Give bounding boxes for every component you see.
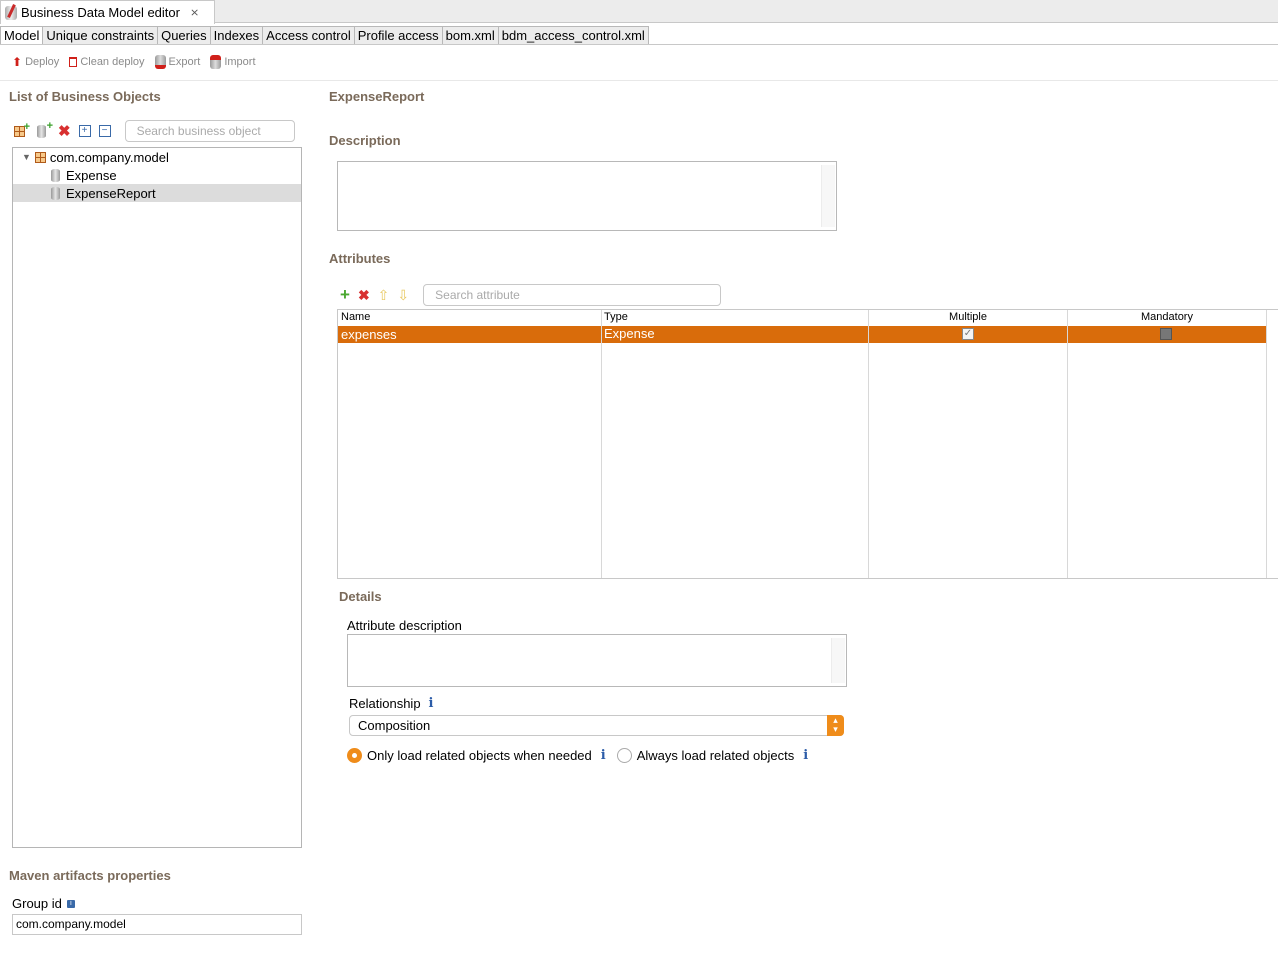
- business-objects-title: List of Business Objects: [9, 89, 161, 104]
- attributes-toolbar: + ✖ ⇧ ⇩ Search attribute: [340, 284, 722, 306]
- column-header-mandatory[interactable]: Mandatory: [1068, 310, 1266, 326]
- import-button[interactable]: Import: [210, 55, 256, 69]
- bdm-editor-icon: [5, 3, 17, 20]
- maven-title: Maven artifacts properties: [9, 868, 171, 883]
- attributes-title: Attributes: [329, 251, 391, 266]
- delete-icon[interactable]: ✖: [58, 122, 71, 140]
- collapse-all-icon[interactable]: −: [98, 125, 111, 137]
- trash-icon: [69, 57, 78, 67]
- tab-indexes[interactable]: Indexes: [209, 26, 263, 45]
- deploy-button[interactable]: ⬆ Deploy: [12, 55, 59, 69]
- export-button[interactable]: Export: [154, 55, 201, 69]
- details-title: Details: [339, 589, 382, 604]
- export-icon: [154, 55, 166, 69]
- column-divider: [601, 310, 602, 578]
- column-header-name[interactable]: Name: [341, 310, 370, 326]
- multiple-checkbox[interactable]: ✓: [962, 328, 974, 340]
- group-id-label-row: Group id i: [12, 896, 75, 911]
- column-divider: [1266, 310, 1267, 578]
- tree-item-expensereport[interactable]: ExpenseReport: [13, 184, 301, 202]
- move-down-icon[interactable]: ⇩: [397, 287, 409, 304]
- eager-load-label[interactable]: Always load related objects: [637, 748, 795, 763]
- add-attribute-icon[interactable]: +: [340, 285, 350, 305]
- attribute-search-input[interactable]: Search attribute: [423, 284, 722, 306]
- info-icon[interactable]: i: [803, 748, 808, 763]
- close-icon[interactable]: ⨯: [190, 6, 199, 19]
- expand-arrow-icon[interactable]: ▼: [22, 152, 31, 162]
- deploy-label: Deploy: [25, 56, 60, 68]
- tree-item-label: ExpenseReport: [66, 185, 156, 201]
- info-icon[interactable]: i: [429, 696, 434, 711]
- info-icon[interactable]: i: [601, 748, 606, 763]
- load-options: Only load related objects when needed i …: [347, 748, 808, 763]
- attribute-name: expenses: [341, 327, 397, 342]
- editor-tab-title: Business Data Model editor: [21, 5, 180, 20]
- toolbar-divider: [0, 80, 1278, 81]
- column-divider: [1067, 310, 1068, 578]
- column-header-type[interactable]: Type: [604, 310, 628, 326]
- expand-all-icon[interactable]: +: [78, 125, 91, 137]
- add-business-object-icon[interactable]: +: [36, 120, 53, 138]
- relationship-label-row: Relationship i: [349, 696, 434, 711]
- group-id-input[interactable]: com.company.model: [12, 914, 302, 935]
- tree-item-label: Expense: [66, 167, 117, 183]
- select-arrows-icon: ▴ ▾: [827, 715, 844, 736]
- description-textarea[interactable]: [337, 161, 837, 231]
- tab-bom-xml[interactable]: bom.xml: [441, 26, 498, 45]
- eager-load-radio[interactable]: [616, 748, 632, 763]
- business-objects-toolbar: + + ✖ + − Search business object: [14, 120, 295, 142]
- tree-item-expense[interactable]: Expense: [13, 166, 301, 184]
- scrollbar[interactable]: [831, 638, 845, 683]
- import-label: Import: [224, 56, 256, 68]
- page-tabs: Model Unique constraints Queries Indexes…: [0, 26, 649, 45]
- table-row[interactable]: expenses Expense ✓: [338, 326, 1267, 343]
- relationship-value: Composition: [358, 718, 431, 733]
- package-label: com.company.model: [49, 149, 169, 165]
- relationship-label: Relationship: [349, 696, 421, 711]
- mandatory-checkbox[interactable]: [1160, 328, 1172, 340]
- business-object-icon: [51, 168, 60, 182]
- tab-access-control[interactable]: Access control: [262, 26, 354, 45]
- group-id-label: Group id: [12, 896, 62, 911]
- tab-profile-access[interactable]: Profile access: [353, 26, 442, 45]
- import-icon: [210, 55, 222, 69]
- column-divider: [868, 310, 869, 578]
- relationship-select[interactable]: Composition ▴ ▾: [349, 715, 844, 736]
- info-icon[interactable]: i: [66, 899, 75, 908]
- toolbar: ⬆ Deploy Clean deploy Export Import: [12, 55, 256, 69]
- tab-queries[interactable]: Queries: [157, 26, 210, 45]
- add-package-icon[interactable]: +: [14, 121, 30, 138]
- object-title: ExpenseReport: [329, 89, 425, 104]
- attribute-type: Expense: [604, 326, 655, 341]
- attributes-table: Name Type Multiple Mandatory expenses Ex…: [337, 309, 1278, 579]
- lazy-load-label[interactable]: Only load related objects when needed: [367, 748, 592, 763]
- attribute-description-textarea[interactable]: [347, 634, 847, 687]
- attribute-description-label: Attribute description: [347, 618, 462, 633]
- tab-model[interactable]: Model: [0, 26, 43, 45]
- business-object-search-input[interactable]: Search business object: [124, 120, 295, 142]
- editor-tab[interactable]: Business Data Model editor ⨯: [0, 0, 215, 24]
- tab-unique-constraints[interactable]: Unique constraints: [42, 26, 158, 45]
- column-header-multiple[interactable]: Multiple: [869, 310, 1067, 326]
- delete-attribute-icon[interactable]: ✖: [358, 287, 370, 304]
- clean-deploy-button[interactable]: Clean deploy: [69, 55, 145, 69]
- scrollbar[interactable]: [821, 165, 835, 227]
- business-object-icon: [51, 186, 60, 200]
- deploy-icon: ⬆: [12, 55, 23, 69]
- move-up-icon[interactable]: ⇧: [378, 287, 390, 304]
- clean-deploy-label: Clean deploy: [80, 56, 145, 68]
- business-object-tree: ▼ com.company.model Expense ExpenseRepor…: [12, 147, 302, 848]
- tabs-divider: [0, 44, 1278, 45]
- tab-bdm-access-control-xml[interactable]: bdm_access_control.xml: [497, 26, 649, 45]
- package-icon: [34, 151, 46, 163]
- lazy-load-radio[interactable]: [347, 748, 362, 763]
- description-title: Description: [329, 133, 401, 148]
- tree-package[interactable]: ▼ com.company.model: [13, 148, 301, 166]
- export-label: Export: [168, 56, 201, 68]
